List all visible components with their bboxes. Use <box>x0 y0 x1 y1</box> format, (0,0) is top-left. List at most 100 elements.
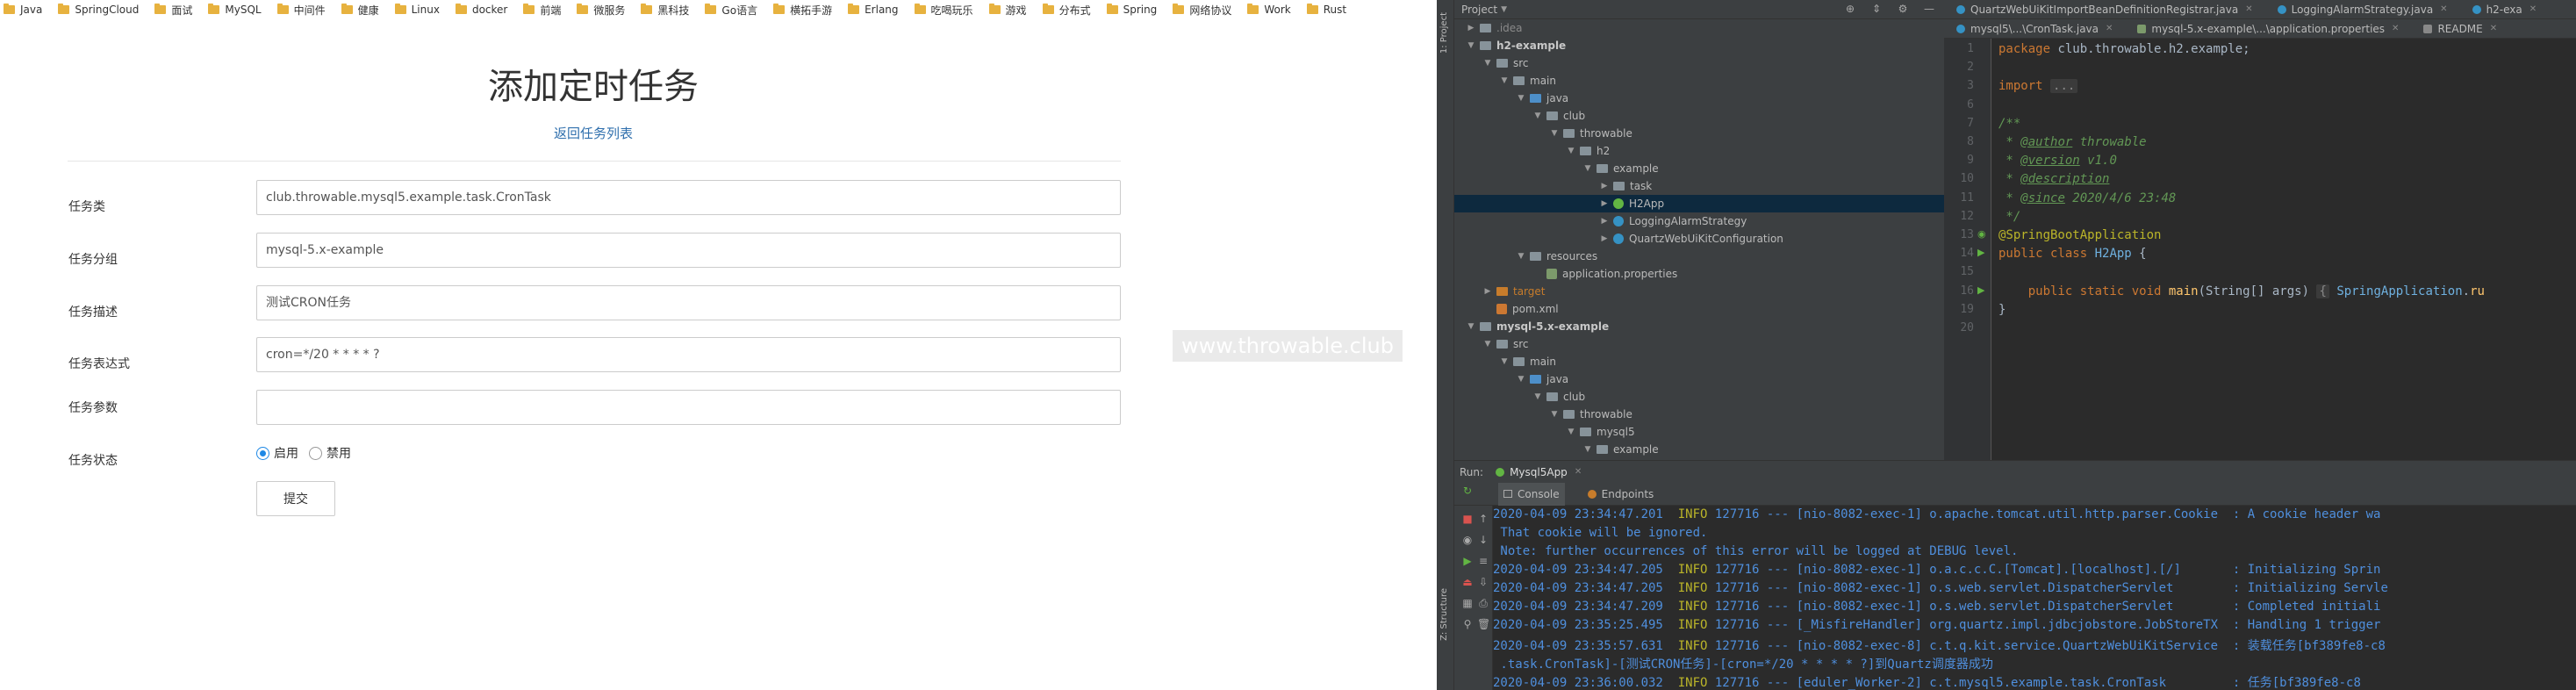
bookmark-item[interactable]: Go语言 <box>705 3 757 18</box>
run-gutter-icon[interactable]: ▶ <box>1977 284 1984 296</box>
tree-item[interactable]: pom.xml <box>1454 300 1944 318</box>
bookmark-item[interactable]: Java <box>4 4 42 16</box>
tree-item[interactable]: ▶ LoggingAlarmStrategy <box>1454 212 1944 230</box>
tree-item[interactable]: ▼ club <box>1454 388 1944 406</box>
run-config-tab[interactable]: Mysql5App ✕ <box>1496 466 1582 478</box>
expanded-arrow-icon[interactable]: ▼ <box>1482 340 1493 349</box>
expanded-arrow-icon[interactable]: ▼ <box>1549 410 1560 419</box>
tree-item[interactable]: ▼ main <box>1454 72 1944 90</box>
close-icon[interactable]: ✕ <box>2106 24 2113 33</box>
bookmark-item[interactable]: SpringCloud <box>58 4 139 16</box>
tree-item[interactable]: ▼ h2-example <box>1454 37 1944 54</box>
collapsed-arrow-icon[interactable]: ▶ <box>1599 217 1610 226</box>
tree-item[interactable]: ▼ mysql5 <box>1454 423 1944 441</box>
close-icon[interactable]: ✕ <box>1575 467 1582 477</box>
code-line[interactable]: @SpringBootApplication <box>1998 228 2161 242</box>
pin-icon[interactable]: ⚲ <box>1461 618 1474 630</box>
bookmark-item[interactable]: 游戏 <box>988 3 1027 18</box>
tree-item[interactable]: ▶ target <box>1454 283 1944 300</box>
status-enabled-label[interactable]: 启用 <box>274 444 298 462</box>
bookmark-item[interactable]: Spring <box>1106 4 1157 16</box>
tab-endpoints[interactable]: Endpoints <box>1582 483 1660 506</box>
resume-icon[interactable]: ▶ <box>1461 555 1474 567</box>
code-area[interactable]: package club.throwable.h2.example; import… <box>1998 39 2576 460</box>
bookmark-item[interactable]: 前端 <box>523 3 561 18</box>
expanded-arrow-icon[interactable]: ▼ <box>1549 129 1560 138</box>
bookmark-item[interactable]: 微服务 <box>577 3 625 18</box>
code-line[interactable]: package club.throwable.h2.example; <box>1998 42 2250 56</box>
print-icon[interactable]: ⎙ <box>1477 597 1489 609</box>
bookmark-item[interactable]: 分布式 <box>1042 3 1091 18</box>
bookmark-item[interactable]: 横拓手游 <box>773 3 832 18</box>
code-line[interactable]: * @author throwable <box>1998 135 2146 149</box>
expanded-arrow-icon[interactable]: ▼ <box>1532 392 1543 401</box>
expanded-arrow-icon[interactable]: ▼ <box>1516 94 1526 103</box>
tab-console[interactable]: Console <box>1498 482 1565 506</box>
bookmark-item[interactable]: Rust <box>1306 4 1346 16</box>
tree-item[interactable]: ▼ java <box>1454 90 1944 107</box>
code-line[interactable]: */ <box>1998 210 2020 224</box>
rerun-icon[interactable]: ↻ <box>1461 485 1474 497</box>
submit-button[interactable]: 提交 <box>256 481 335 516</box>
status-disabled-radio[interactable] <box>309 446 322 460</box>
editor-tab[interactable]: README ✕ <box>2411 19 2509 39</box>
back-to-task-list-link[interactable]: 返回任务列表 <box>0 124 1187 142</box>
console-output[interactable]: 2020-04-09 23:34:47.201 INFO 127716 --- … <box>1493 506 2576 690</box>
bookmark-item[interactable]: 黑科技 <box>641 3 689 18</box>
expanded-arrow-icon[interactable]: ▼ <box>1516 252 1526 261</box>
scroll-end-icon[interactable]: ⇩ <box>1477 576 1489 588</box>
tree-item[interactable]: application.properties <box>1454 265 1944 283</box>
close-icon[interactable]: ✕ <box>2529 4 2537 14</box>
collapsed-arrow-icon[interactable]: ▶ <box>1599 199 1610 208</box>
project-panel-title[interactable]: Project <box>1461 4 1497 16</box>
code-line[interactable]: /** <box>1998 117 2020 131</box>
expanded-arrow-icon[interactable]: ▼ <box>1482 59 1493 68</box>
locate-icon[interactable]: ⊕ <box>1844 3 1856 15</box>
run-gutter-icon[interactable]: ▶ <box>1977 247 1984 258</box>
code-line[interactable]: public class H2App { <box>1998 247 2147 261</box>
status-enabled-radio[interactable] <box>256 446 269 460</box>
camera-icon[interactable]: ◉ <box>1461 534 1474 546</box>
exit-icon[interactable]: ⏏ <box>1461 576 1474 588</box>
tree-item[interactable]: ▼ src <box>1454 54 1944 72</box>
collapsed-arrow-icon[interactable]: ▶ <box>1482 287 1493 296</box>
bookmark-item[interactable]: 网络协议 <box>1173 3 1231 18</box>
tree-item[interactable]: ▶ task <box>1454 177 1944 195</box>
tree-item[interactable]: ▼ java <box>1454 370 1944 388</box>
gear-icon[interactable]: ⚙ <box>1897 3 1909 15</box>
task-expression-input[interactable]: cron=*/20 * * * * ? <box>256 337 1121 372</box>
tree-item[interactable]: ▼ example <box>1454 441 1944 458</box>
tree-item[interactable]: ▼ resources <box>1454 248 1944 265</box>
bookmark-item[interactable]: Work <box>1247 4 1291 16</box>
collapsed-arrow-icon[interactable]: ▶ <box>1599 234 1610 243</box>
code-line[interactable]: * @since 2020/4/6 23:48 <box>1998 191 2176 205</box>
close-icon[interactable]: ✕ <box>2245 4 2252 14</box>
close-icon[interactable]: ✕ <box>2392 24 2399 33</box>
down-arrow-icon[interactable]: ↓ <box>1477 534 1489 546</box>
collapse-icon[interactable]: ⇕ <box>1870 3 1883 15</box>
stop-icon[interactable]: ■ <box>1461 513 1474 525</box>
task-class-input[interactable]: club.throwable.mysql5.example.task.CronT… <box>256 180 1121 215</box>
bookmark-item[interactable]: docker <box>455 4 507 16</box>
bookmark-item[interactable]: 健康 <box>341 3 379 18</box>
bookmark-item[interactable]: 吃喝玩乐 <box>914 3 973 18</box>
collapsed-arrow-icon[interactable]: ▶ <box>1466 24 1476 32</box>
bookmark-item[interactable]: 面试 <box>154 3 192 18</box>
expanded-arrow-icon[interactable]: ▼ <box>1532 111 1543 120</box>
expanded-arrow-icon[interactable]: ▼ <box>1466 41 1476 50</box>
bookmark-item[interactable]: Linux <box>394 4 440 16</box>
expanded-arrow-icon[interactable]: ▼ <box>1466 322 1476 331</box>
code-line[interactable]: * @description <box>1998 172 2109 186</box>
editor-tab[interactable]: mysql-5.x-example\...\application.proper… <box>2125 19 2411 39</box>
project-tool-tab[interactable]: 1: Project <box>1439 12 1449 54</box>
task-params-input[interactable] <box>256 390 1121 425</box>
status-disabled-label[interactable]: 禁用 <box>326 444 351 462</box>
expanded-arrow-icon[interactable]: ▼ <box>1566 147 1576 155</box>
spring-bean-icon[interactable]: ◉ <box>1977 228 1986 240</box>
up-arrow-icon[interactable]: ↑ <box>1477 513 1489 525</box>
expanded-arrow-icon[interactable]: ▼ <box>1582 445 1593 454</box>
editor-tab[interactable]: h2-exa ✕ <box>2460 0 2550 19</box>
hide-icon[interactable]: — <box>1923 3 1935 15</box>
expanded-arrow-icon[interactable]: ▼ <box>1516 375 1526 384</box>
editor-tab[interactable]: LoggingAlarmStrategy.java ✕ <box>2265 0 2460 19</box>
